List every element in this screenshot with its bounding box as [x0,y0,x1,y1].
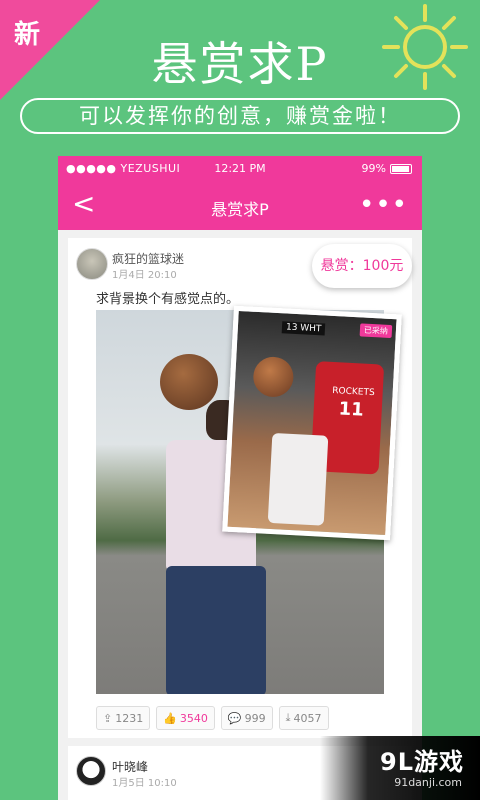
post-text: 求背景换个有感觉点的。 [96,292,240,307]
promo-title: 悬赏求P [151,37,329,91]
like-button[interactable]: 👍 3540 [156,706,215,730]
comment-count: 999 [244,711,266,725]
download-button[interactable]: ⤓ 4057 [278,706,329,730]
comment-icon: 💬 [227,711,242,725]
jersey-number: 11 [338,398,365,421]
post-date: 1月4日 20:10 [112,270,177,281]
more-options-button[interactable]: ••• [359,190,408,220]
nav-bar: < 悬赏求P ••• [58,182,422,230]
watermark-brand: 9L游戏 [380,748,464,776]
battery-status: 99% [362,162,412,175]
player-jeans [166,566,266,694]
status-bar: ●●●●● YEZUSHUI 12:21 PM 99% [58,156,422,182]
comment-button[interactable]: 💬 999 [220,706,273,730]
battery-percent: 99% [361,162,386,175]
edited-image-thumbnail[interactable]: 13 WHT 已采纳 ROCKETS 11 [222,305,402,541]
post-username[interactable]: 疯狂的篮球迷 [112,250,184,267]
download-icon: ⤓ [285,711,291,724]
share-count: 1231 [115,711,144,725]
player-shirt [267,432,329,526]
watermark: 9L游戏 91danji.com [320,736,480,800]
promo-subtitle: 可以发挥你的创意，赚赏金啦！ [20,98,460,134]
scoreboard-text: 13 WHT [281,321,326,336]
post-username[interactable]: 叶晓峰 [112,758,148,775]
action-bar: ⇪ 1231 👍 3540 💬 999 ⤓ 4057 [96,706,329,730]
battery-icon [390,163,412,174]
reward-badge: 悬赏：100元 [312,244,412,288]
like-count: 3540 [179,711,208,725]
avatar[interactable] [76,248,108,280]
basketball [160,354,218,410]
share-button[interactable]: ⇪ 1231 [96,706,151,730]
jersey-team: ROCKETS [332,386,375,399]
avatar[interactable] [76,756,106,786]
watermark-url: 91danji.com [394,776,462,789]
thumbs-up-icon: 👍 [163,711,177,725]
accepted-badge: 已采纳 [359,323,393,339]
basketball [252,355,295,398]
download-count: 4057 [293,711,322,725]
post-date: 1月5日 10:10 [112,778,177,789]
share-icon: ⇪ [103,711,113,725]
